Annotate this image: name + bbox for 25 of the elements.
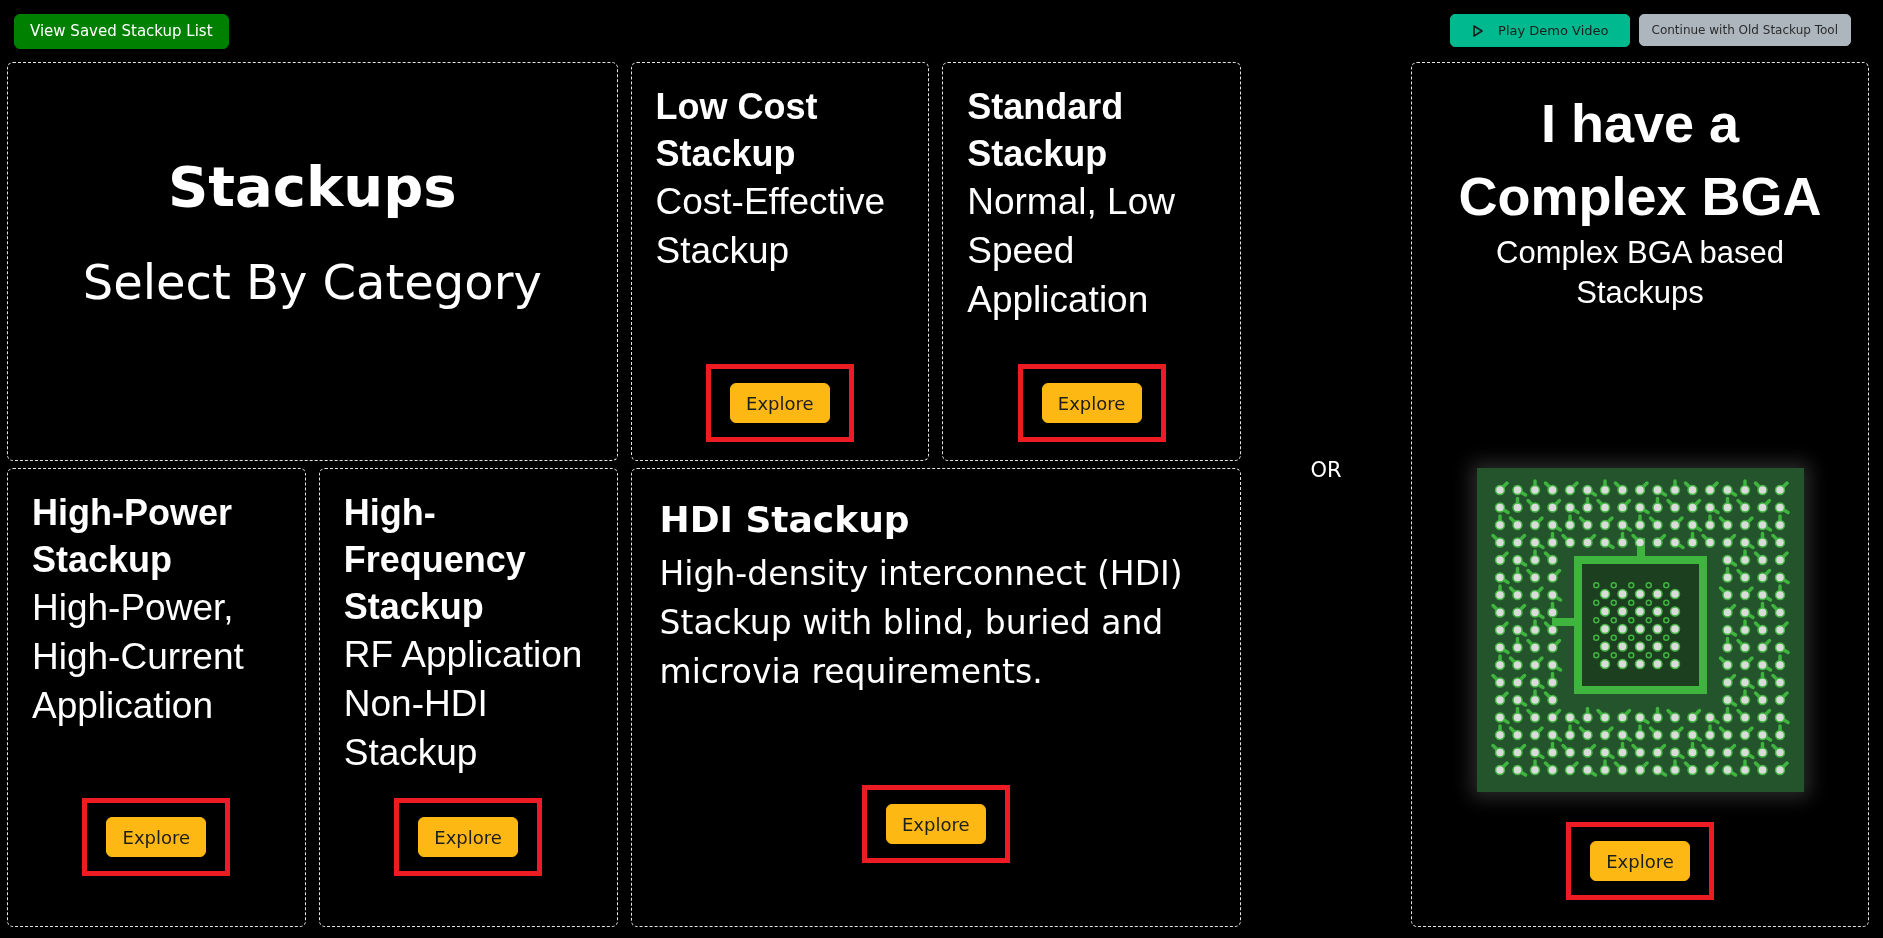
category-title: HDI Stackup xyxy=(659,498,911,542)
explore-button[interactable]: Explore xyxy=(885,804,986,844)
play-icon xyxy=(1473,24,1484,37)
intro-title: Stackups xyxy=(167,155,457,219)
old-stackup-tool-button[interactable]: Continue with Old Stackup Tool xyxy=(1638,14,1851,46)
play-demo-video-button[interactable]: Play Demo Video xyxy=(1450,14,1630,47)
category-title: Standard Stackup xyxy=(967,85,1125,176)
explore-button[interactable]: Explore xyxy=(1590,841,1690,881)
category-description: High-Power, High-Current Application xyxy=(32,586,245,728)
saved-stackup-list-button[interactable]: View Saved Stackup List xyxy=(14,14,229,49)
or-separator: OR xyxy=(1310,456,1342,484)
category-title: High-Frequency Stackup xyxy=(343,491,527,629)
category-description: RF Application Non-HDI Stackup xyxy=(343,633,584,775)
explore-button[interactable]: Explore xyxy=(1041,383,1142,423)
bga-title: I have a Complex BGA xyxy=(1457,92,1823,228)
category-description: Normal, Low Speed Application xyxy=(967,180,1176,322)
explore-button[interactable]: Explore xyxy=(418,817,519,857)
bga-subtitle: Complex BGA based Stackups xyxy=(1495,234,1785,312)
category-description: Cost-Effective Stackup xyxy=(655,180,887,273)
category-title: High-Power Stackup xyxy=(32,491,233,582)
category-description: High-density interconnect (HDI) Stackup with blind, buried and microvia requirements. xyxy=(659,553,1184,693)
intro-subtitle: Select By Category xyxy=(82,254,542,310)
category-title: Low Cost Stackup xyxy=(655,85,819,176)
explore-button[interactable]: Explore xyxy=(106,817,207,857)
explore-button[interactable]: Explore xyxy=(729,383,830,423)
